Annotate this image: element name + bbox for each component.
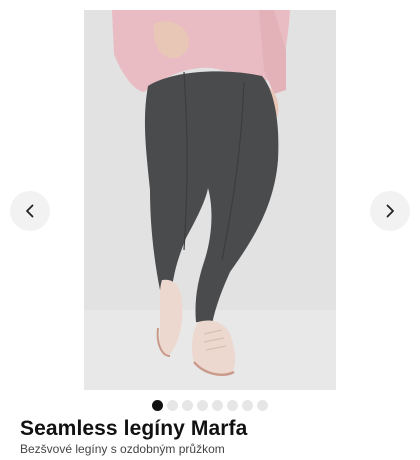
carousel-pagination [0, 400, 420, 412]
carousel-dot[interactable] [152, 400, 163, 411]
carousel-dot[interactable] [227, 400, 238, 411]
carousel-dot[interactable] [197, 400, 208, 411]
chevron-left-icon [26, 204, 34, 218]
carousel-dot[interactable] [167, 400, 178, 411]
product-title: Seamless legíny Marfa [20, 417, 248, 440]
carousel-dot[interactable] [257, 400, 268, 411]
chevron-right-icon [386, 204, 394, 218]
carousel-dot[interactable] [242, 400, 253, 411]
carousel-next-button[interactable] [370, 191, 410, 231]
carousel-prev-button[interactable] [10, 191, 50, 231]
product-gallery-page: Seamless legíny Marfa Bezšvové legíny s … [0, 0, 420, 460]
product-image[interactable] [84, 10, 336, 390]
product-photo [84, 10, 336, 390]
product-subtitle: Bezšvové legíny s ozdobným průžkom [20, 442, 225, 456]
carousel-dot[interactable] [212, 400, 223, 411]
carousel-dot[interactable] [182, 400, 193, 411]
